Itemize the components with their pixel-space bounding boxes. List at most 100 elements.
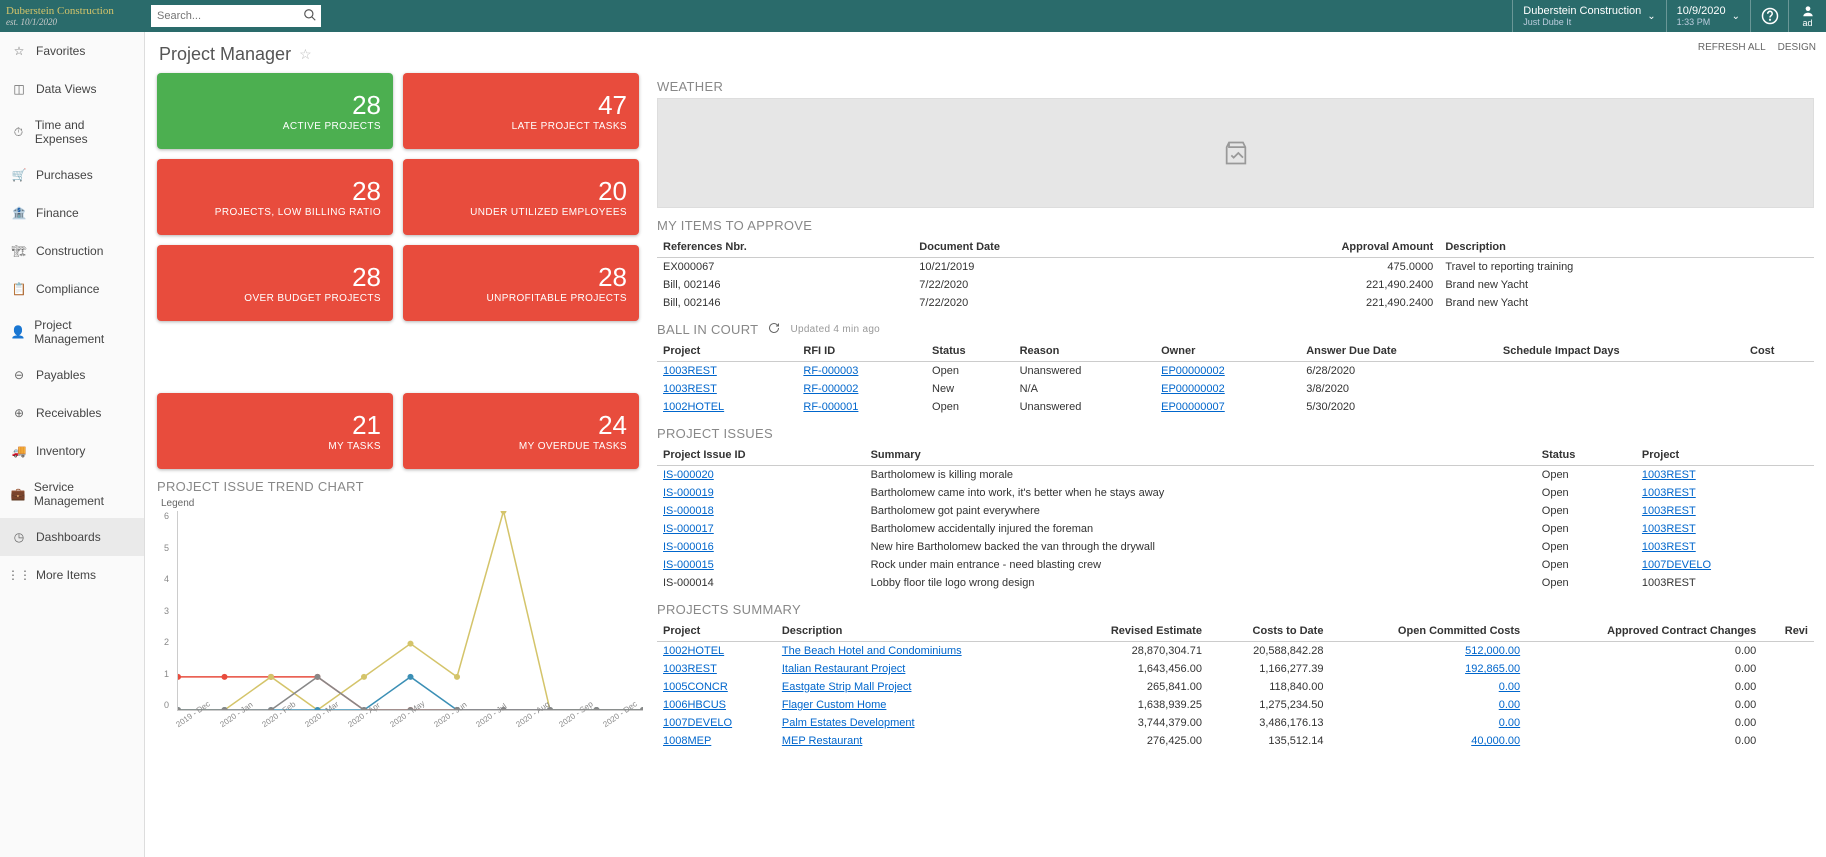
table-row[interactable]: 1002HOTEL RF-000001 OpenUnanswered EP000… bbox=[657, 398, 1814, 416]
sidebar-item-favorites[interactable]: ☆Favorites bbox=[0, 32, 144, 70]
table-row[interactable]: 1006HBCUS Flager Custom Home 1,638,939.2… bbox=[657, 696, 1814, 714]
issue-link[interactable]: IS-000019 bbox=[663, 487, 714, 499]
project-link[interactable]: 1003REST bbox=[663, 663, 717, 675]
kpi-my-tasks[interactable]: 21MY TASKS bbox=[157, 393, 393, 469]
kpi-active-projects[interactable]: 28ACTIVE PROJECTS bbox=[157, 73, 393, 149]
desc-link[interactable]: Italian Restaurant Project bbox=[782, 663, 906, 675]
sidebar-item-data-views[interactable]: ◫Data Views bbox=[0, 70, 144, 108]
refresh-all-button[interactable]: REFRESH ALL bbox=[1698, 42, 1766, 53]
project-link[interactable]: 1003REST bbox=[1642, 523, 1696, 535]
occ-link[interactable]: 192,865.00 bbox=[1465, 663, 1520, 675]
table-row[interactable]: IS-000016New hire Bartholomew backed the… bbox=[657, 538, 1814, 556]
table-row[interactable]: IS-000014Lobby floor tile logo wrong des… bbox=[657, 574, 1814, 592]
sidebar-item-payables[interactable]: ⊖Payables bbox=[0, 356, 144, 394]
table-row[interactable]: Bill, 0021467/22/2020221,490.2400Brand n… bbox=[657, 294, 1814, 312]
table-row[interactable]: Bill, 0021467/22/2020221,490.2400Brand n… bbox=[657, 276, 1814, 294]
table-row[interactable]: 1007DEVELO Palm Estates Development 3,74… bbox=[657, 714, 1814, 732]
issue-link[interactable]: IS-000020 bbox=[663, 469, 714, 481]
nav-label: Service Management bbox=[34, 480, 134, 508]
issue-link[interactable]: IS-000016 bbox=[663, 541, 714, 553]
user-menu[interactable]: ad bbox=[1788, 0, 1826, 32]
desc-link[interactable]: Flager Custom Home bbox=[782, 699, 887, 711]
table-row[interactable]: 1003REST Italian Restaurant Project 1,64… bbox=[657, 660, 1814, 678]
search-icon[interactable] bbox=[303, 8, 317, 25]
issue-link[interactable]: IS-000018 bbox=[663, 505, 714, 517]
occ-link[interactable]: 0.00 bbox=[1499, 681, 1520, 693]
sidebar-item-inventory[interactable]: 🚚Inventory bbox=[0, 432, 144, 470]
sidebar-item-project-management[interactable]: 👤Project Management bbox=[0, 308, 144, 356]
desc-link[interactable]: Palm Estates Development bbox=[782, 717, 915, 729]
table-row[interactable]: 1002HOTEL The Beach Hotel and Condominiu… bbox=[657, 642, 1814, 661]
project-link[interactable]: 1002HOTEL bbox=[663, 645, 724, 657]
col-header: Status bbox=[926, 341, 1014, 362]
desc-link[interactable]: MEP Restaurant bbox=[782, 735, 863, 747]
main-content: REFRESH ALL DESIGN Project Manager ☆ 28A… bbox=[145, 32, 1826, 857]
owner-link[interactable]: EP00000007 bbox=[1161, 401, 1225, 413]
sidebar-item-finance[interactable]: 🏦Finance bbox=[0, 194, 144, 232]
date-selector[interactable]: 10/9/2020 1:33 PM ⌄ bbox=[1666, 0, 1750, 32]
project-link[interactable]: 1003REST bbox=[1642, 469, 1696, 481]
sidebar-item-more-items[interactable]: ⋮⋮More Items bbox=[0, 556, 144, 594]
project-link[interactable]: 1003REST bbox=[663, 383, 717, 395]
sidebar-item-service-management[interactable]: 💼Service Management bbox=[0, 470, 144, 518]
project-link[interactable]: 1007DEVELO bbox=[663, 717, 732, 729]
issue-link[interactable]: IS-000017 bbox=[663, 523, 714, 535]
table-row[interactable]: 1003REST RF-000003 OpenUnanswered EP0000… bbox=[657, 362, 1814, 381]
desc-link[interactable]: The Beach Hotel and Condominiums bbox=[782, 645, 962, 657]
col-header: Reason bbox=[1014, 341, 1156, 362]
issue-link[interactable]: IS-000015 bbox=[663, 559, 714, 571]
occ-link[interactable]: 40,000.00 bbox=[1471, 735, 1520, 747]
rfi-link[interactable]: RF-000001 bbox=[803, 401, 858, 413]
occ-link[interactable]: 512,000.00 bbox=[1465, 645, 1520, 657]
project-link[interactable]: 1003REST bbox=[1642, 505, 1696, 517]
project-link[interactable]: 1003REST bbox=[1642, 487, 1696, 499]
table-row[interactable]: IS-000019Bartholomew came into work, it'… bbox=[657, 484, 1814, 502]
occ-link[interactable]: 0.00 bbox=[1499, 699, 1520, 711]
search-input[interactable] bbox=[151, 5, 321, 27]
owner-link[interactable]: EP00000002 bbox=[1161, 383, 1225, 395]
sidebar-item-construction[interactable]: 🏗Construction bbox=[0, 232, 144, 270]
kpi-late-project-tasks[interactable]: 47LATE PROJECT TASKS bbox=[403, 73, 639, 149]
sidebar-item-dashboards[interactable]: ◷Dashboards bbox=[0, 518, 144, 556]
summary-section: PROJECTS SUMMARY ProjectDescriptionRevis… bbox=[657, 602, 1814, 750]
occ-link[interactable]: 0.00 bbox=[1499, 717, 1520, 729]
table-row[interactable]: IS-000020Bartholomew is killing moraleOp… bbox=[657, 466, 1814, 485]
rfi-link[interactable]: RF-000002 bbox=[803, 383, 858, 395]
table-row[interactable]: IS-000015Rock under main entrance - need… bbox=[657, 556, 1814, 574]
project-link[interactable]: 1007DEVELO bbox=[1642, 559, 1711, 571]
kpi-my-overdue-tasks[interactable]: 24MY OVERDUE TASKS bbox=[403, 393, 639, 469]
project-link[interactable]: 1005CONCR bbox=[663, 681, 728, 693]
project-link[interactable]: 1003REST bbox=[663, 365, 717, 377]
sidebar-item-compliance[interactable]: 📋Compliance bbox=[0, 270, 144, 308]
sidebar-item-purchases[interactable]: 🛒Purchases bbox=[0, 156, 144, 194]
project-link[interactable]: 1003REST bbox=[1642, 541, 1696, 553]
company-selector[interactable]: Duberstein Construction Just Dube It ⌄ bbox=[1512, 0, 1665, 32]
table-row[interactable]: IS-000017Bartholomew accidentally injure… bbox=[657, 520, 1814, 538]
table-row[interactable]: 1008MEP MEP Restaurant 276,425.00135,512… bbox=[657, 732, 1814, 750]
table-row[interactable]: IS-000018Bartholomew got paint everywher… bbox=[657, 502, 1814, 520]
table-row[interactable]: 1005CONCR Eastgate Strip Mall Project 26… bbox=[657, 678, 1814, 696]
col-header: Costs to Date bbox=[1208, 621, 1329, 642]
nav-label: Inventory bbox=[36, 444, 85, 458]
table-row[interactable]: 1003REST RF-000002 NewN/A EP00000002 3/8… bbox=[657, 380, 1814, 398]
kpi-unprofitable-projects[interactable]: 28UNPROFITABLE PROJECTS bbox=[403, 245, 639, 321]
sidebar-item-time-and-expenses[interactable]: ⏱Time and Expenses bbox=[0, 108, 144, 156]
refresh-icon[interactable] bbox=[768, 322, 780, 337]
table-row[interactable]: EX00006710/21/2019475.0000Travel to repo… bbox=[657, 258, 1814, 277]
owner-link[interactable]: EP00000002 bbox=[1161, 365, 1225, 377]
kpi-over-budget-projects[interactable]: 28OVER BUDGET PROJECTS bbox=[157, 245, 393, 321]
project-link[interactable]: 1006HBCUS bbox=[663, 699, 726, 711]
nav-label: Time and Expenses bbox=[35, 118, 134, 146]
nav-label: Data Views bbox=[36, 82, 96, 96]
help-button[interactable] bbox=[1750, 0, 1788, 32]
kpi-under-utilized-employees[interactable]: 20UNDER UTILIZED EMPLOYEES bbox=[403, 159, 639, 235]
sidebar-item-receivables[interactable]: ⊕Receivables bbox=[0, 394, 144, 432]
project-link[interactable]: 1002HOTEL bbox=[663, 401, 724, 413]
rfi-link[interactable]: RF-000003 bbox=[803, 365, 858, 377]
design-button[interactable]: DESIGN bbox=[1778, 42, 1816, 53]
nav-label: Purchases bbox=[36, 168, 93, 182]
kpi-projects-low-billing-ratio[interactable]: 28PROJECTS, LOW BILLING RATIO bbox=[157, 159, 393, 235]
desc-link[interactable]: Eastgate Strip Mall Project bbox=[782, 681, 912, 693]
favorite-star-icon[interactable]: ☆ bbox=[299, 46, 312, 63]
project-link[interactable]: 1008MEP bbox=[663, 735, 711, 747]
